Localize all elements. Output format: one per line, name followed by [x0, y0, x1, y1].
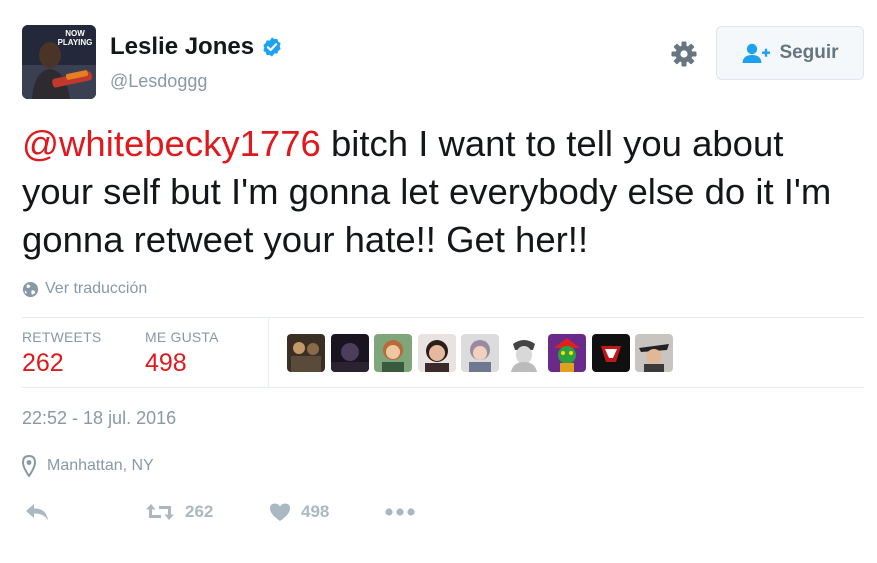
like-count: 498	[301, 502, 330, 521]
liker-avatar[interactable]	[461, 334, 499, 372]
translate-label: Ver traducción	[45, 280, 148, 297]
retweets-stat[interactable]: RETWEETS 262	[22, 329, 101, 378]
avatar[interactable]: NOW PLAYING	[22, 25, 96, 99]
tweet-timestamp[interactable]: 22:52 - 18 jul. 2016	[22, 408, 176, 429]
liker-avatar[interactable]	[330, 334, 369, 372]
follow-button[interactable]: Seguir	[716, 26, 864, 80]
likes-value: 498	[145, 349, 187, 377]
tweet-actions: 262 498	[22, 497, 462, 527]
gear-icon[interactable]	[670, 40, 698, 68]
pin-icon	[22, 455, 36, 477]
retweet-button[interactable]: 262	[145, 497, 213, 527]
globe-icon	[22, 281, 39, 297]
retweets-value: 262	[22, 349, 64, 377]
more-icon	[385, 508, 415, 516]
tweet-location[interactable]: Manhattan, NY	[22, 455, 154, 477]
like-button[interactable]: 498	[269, 497, 329, 527]
translate-link[interactable]: Ver traducción	[22, 280, 147, 298]
more-button[interactable]	[385, 497, 415, 527]
retweets-label: RETWEETS	[22, 329, 102, 345]
user-handle[interactable]: @Lesdoggg	[110, 71, 207, 92]
liker-avatar[interactable]	[635, 334, 673, 372]
avatar-badge: NOW PLAYING	[57, 29, 93, 47]
display-name[interactable]: Leslie Jones	[110, 33, 254, 61]
likes-stat[interactable]: ME GUSTA 498	[145, 329, 219, 378]
verified-icon	[263, 37, 281, 57]
retweet-icon	[146, 504, 174, 520]
liker-avatar[interactable]	[548, 334, 586, 372]
mention-link[interactable]: @whitebecky1776	[22, 123, 321, 164]
reply-button[interactable]	[24, 497, 50, 527]
liker-avatars	[287, 334, 679, 372]
tweet-text: @whitebecky1776 bitch I want to tell you…	[22, 120, 864, 264]
liker-avatar[interactable]	[287, 334, 325, 372]
tweet-stats: RETWEETS 262 ME GUSTA 498	[22, 317, 864, 388]
add-user-icon	[742, 43, 771, 63]
likes-label: ME GUSTA	[145, 329, 219, 345]
tweet-header: NOW PLAYING Leslie Jones @Lesdoggg Segui…	[22, 24, 864, 100]
retweet-count: 262	[185, 502, 214, 521]
location-label: Manhattan, NY	[47, 457, 154, 474]
stats-divider	[268, 318, 269, 388]
liker-avatar[interactable]	[504, 334, 543, 372]
heart-icon	[270, 503, 290, 521]
follow-label: Seguir	[779, 42, 839, 63]
liker-avatar[interactable]	[591, 334, 630, 372]
liker-avatar[interactable]	[417, 334, 456, 372]
reply-icon	[26, 504, 48, 520]
liker-avatar[interactable]	[374, 334, 412, 372]
